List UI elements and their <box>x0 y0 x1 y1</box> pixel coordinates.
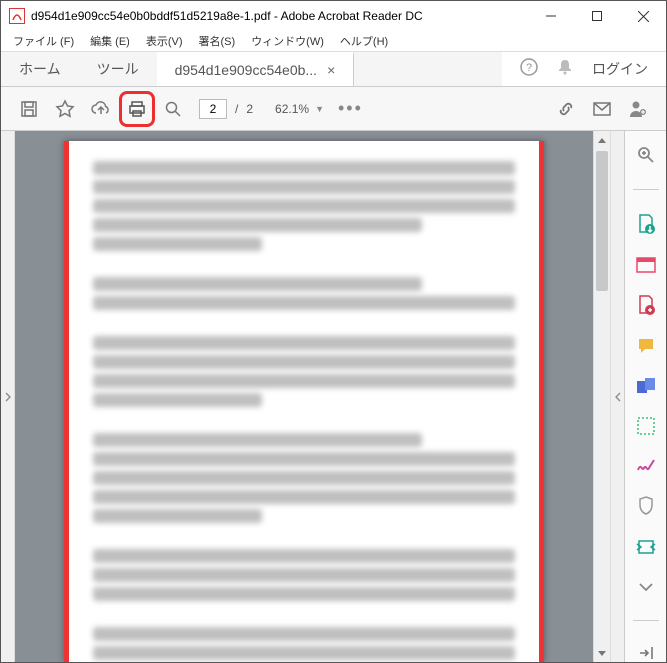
menu-help[interactable]: ヘルプ(H) <box>332 31 396 51</box>
tabbar: ホーム ツール d954d1e909cc54e0b... × ? ログイン <box>1 51 666 87</box>
zoom-dropdown-icon[interactable]: ▼ <box>315 104 324 114</box>
edit-pdf-icon[interactable] <box>636 295 656 315</box>
menu-edit[interactable]: 編集 (E) <box>82 31 138 51</box>
print-button[interactable] <box>119 91 155 127</box>
titlebar: d954d1e909cc54e0b0bddf51d5219a8e-1.pdf -… <box>1 1 666 31</box>
chevron-down-icon[interactable] <box>636 578 656 595</box>
organize-icon[interactable] <box>636 417 656 435</box>
tab-close-icon[interactable]: × <box>327 62 335 78</box>
tab-tools[interactable]: ツール <box>79 52 157 86</box>
combine-icon[interactable] <box>636 377 656 395</box>
save-button[interactable] <box>11 91 47 127</box>
toolbar: / 2 62.1% ▼ ••• <box>1 87 666 131</box>
tools-sidepanel <box>624 131 666 662</box>
svg-text:?: ? <box>526 62 532 74</box>
window-controls <box>528 1 666 31</box>
page-separator: / <box>235 102 238 116</box>
compress-icon[interactable] <box>636 538 656 556</box>
minimize-button[interactable] <box>528 1 574 31</box>
right-panel-handle[interactable] <box>610 131 624 662</box>
maximize-button[interactable] <box>574 1 620 31</box>
tab-document-label: d954d1e909cc54e0b... <box>175 62 317 78</box>
login-button[interactable]: ログイン <box>592 59 648 79</box>
acrobat-app-icon <box>9 8 25 24</box>
document-page <box>64 141 544 662</box>
share-link-button[interactable] <box>548 91 584 127</box>
comment-icon[interactable] <box>636 337 656 355</box>
menu-file[interactable]: ファイル (F) <box>5 31 82 51</box>
menu-window[interactable]: ウィンドウ(W) <box>243 31 332 51</box>
scroll-thumb[interactable] <box>596 151 608 291</box>
export-pdf-icon[interactable] <box>636 214 656 234</box>
scroll-down-arrow[interactable] <box>594 645 610 662</box>
more-tools-button[interactable]: ••• <box>338 98 363 119</box>
menu-sign[interactable]: 署名(S) <box>191 31 244 51</box>
find-button[interactable] <box>155 91 191 127</box>
page-total: 2 <box>246 102 253 116</box>
search-tool-icon[interactable] <box>636 145 656 165</box>
scroll-up-arrow[interactable] <box>594 131 610 148</box>
cloud-upload-button[interactable] <box>83 91 119 127</box>
page-number-input[interactable] <box>199 99 227 119</box>
content-area <box>1 131 666 662</box>
bell-icon[interactable] <box>556 58 574 81</box>
create-pdf-icon[interactable] <box>636 256 656 273</box>
protect-icon[interactable] <box>636 496 656 516</box>
menu-view[interactable]: 表示(V) <box>138 31 191 51</box>
zoom-level[interactable]: 62.1% <box>275 102 309 116</box>
tab-document[interactable]: d954d1e909cc54e0b... × <box>157 52 355 86</box>
help-icon[interactable]: ? <box>520 58 538 81</box>
vertical-scrollbar[interactable] <box>593 131 610 662</box>
collapse-panel-icon[interactable] <box>636 645 656 662</box>
tab-home[interactable]: ホーム <box>1 52 79 86</box>
star-button[interactable] <box>47 91 83 127</box>
close-button[interactable] <box>620 1 666 31</box>
sign-icon[interactable] <box>636 457 656 474</box>
document-viewport[interactable] <box>15 131 593 662</box>
left-panel-handle[interactable] <box>1 131 15 662</box>
email-button[interactable] <box>584 91 620 127</box>
menubar: ファイル (F) 編集 (E) 表示(V) 署名(S) ウィンドウ(W) ヘルプ… <box>1 31 666 51</box>
add-person-button[interactable] <box>620 91 656 127</box>
window-title: d954d1e909cc54e0b0bddf51d5219a8e-1.pdf -… <box>31 9 423 23</box>
